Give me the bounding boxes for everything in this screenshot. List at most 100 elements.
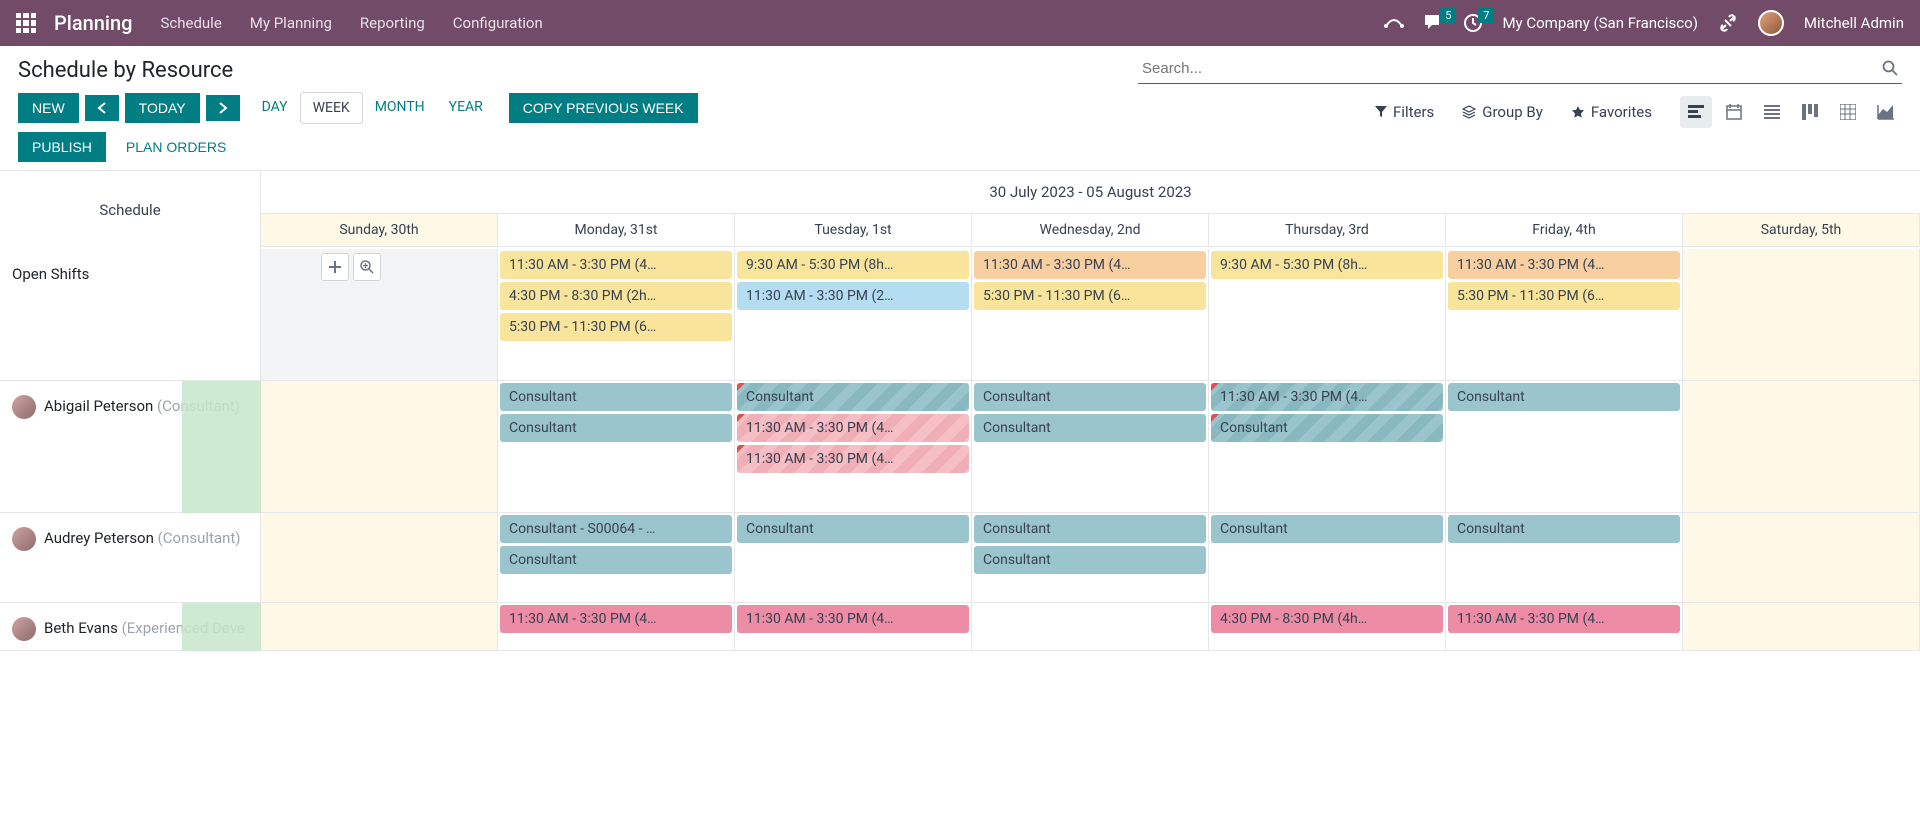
shift-pill[interactable]: 11:30 AM - 3:30 PM (4… [974,251,1206,279]
shift-pill[interactable]: Consultant [737,515,969,543]
resource-row[interactable]: Abigail Peterson (Consultant) [0,381,260,513]
shift-pill[interactable]: 11:30 AM - 3:30 PM (2… [737,282,969,310]
gantt-view-icon[interactable] [1680,96,1712,128]
nav-my-planning[interactable]: My Planning [250,14,332,32]
day-cell[interactable] [1683,249,1920,380]
new-button[interactable]: NEW [18,93,79,123]
shift-pill[interactable]: 5:30 PM - 11:30 PM (6… [1448,282,1680,310]
day-cell[interactable]: Consultant Consultant [972,513,1209,602]
publish-button[interactable]: PUBLISH [18,132,106,162]
shift-pill[interactable]: Consultant [1448,515,1680,543]
day-cell[interactable]: 4:30 PM - 8:30 PM (4h… [1209,603,1446,650]
day-cell[interactable] [261,603,498,650]
shift-pill[interactable]: 11:30 AM - 3:30 PM (4… [1448,605,1680,633]
shift-pill[interactable]: 4:30 PM - 8:30 PM (2h… [500,282,732,310]
graph-view-icon[interactable] [1870,96,1902,128]
app-brand[interactable]: Planning [54,11,132,35]
activities-icon[interactable]: 7 [1464,14,1482,32]
shift-pill[interactable]: 11:30 AM - 3:30 PM (4… [737,605,969,633]
apps-icon[interactable] [16,13,36,33]
shift-pill[interactable]: 4:30 PM - 8:30 PM (4h… [1211,605,1443,633]
day-cell[interactable] [972,603,1209,650]
kanban-view-icon[interactable] [1794,96,1826,128]
today-button[interactable]: TODAY [125,93,200,123]
user-avatar[interactable] [1758,10,1784,36]
debug-icon[interactable] [1718,13,1738,33]
day-cell[interactable]: Consultant [1446,381,1683,512]
day-cell[interactable]: Consultant [1446,513,1683,602]
day-cell[interactable] [261,513,498,602]
list-view-icon[interactable] [1756,96,1788,128]
calendar-view-icon[interactable] [1718,96,1750,128]
messages-icon[interactable]: 5 [1424,14,1444,32]
shift-pill[interactable]: 5:30 PM - 11:30 PM (6… [500,313,732,341]
shift-pill[interactable]: 11:30 AM - 3:30 PM (4… [500,605,732,633]
day-cell[interactable]: Consultant - S00064 - … Consultant [498,513,735,602]
day-cell[interactable]: Consultant 11:30 AM - 3:30 PM (4… 11:30 AM… [735,381,972,512]
shift-pill[interactable]: 9:30 AM - 5:30 PM (8h… [1211,251,1443,279]
scale-month[interactable]: MONTH [363,92,437,124]
copy-previous-week-button[interactable]: COPY PREVIOUS WEEK [509,93,698,123]
shift-pill[interactable]: 11:30 AM - 3:30 PM (4… [737,414,969,442]
day-cell[interactable]: Consultant Consultant [972,381,1209,512]
day-cell[interactable] [1683,603,1920,650]
zoom-icon[interactable] [353,253,381,281]
resource-row[interactable]: Audrey Peterson (Consultant) [0,513,260,603]
day-cell[interactable] [1683,381,1920,512]
shift-pill[interactable]: Consultant [974,546,1206,574]
shift-pill[interactable]: Consultant - S00064 - … [500,515,732,543]
day-cell[interactable]: 11:30 AM - 3:30 PM (4… 5:30 PM - 11:30 PM… [1446,249,1683,380]
shift-pill[interactable]: 9:30 AM - 5:30 PM (8h… [737,251,969,279]
prev-button[interactable] [85,95,119,121]
day-cell[interactable]: Consultant [735,513,972,602]
resource-row[interactable]: Beth Evans (Experienced Deve [0,603,260,651]
scale-year[interactable]: YEAR [437,92,495,124]
shift-pill[interactable]: 11:30 AM - 3:30 PM (4… [1211,383,1443,411]
nav-configuration[interactable]: Configuration [453,14,543,32]
shift-pill[interactable]: Consultant [500,383,732,411]
nav-schedule[interactable]: Schedule [160,14,221,32]
day-cell[interactable]: 11:30 AM - 3:30 PM (4… [498,603,735,650]
shift-pill[interactable]: Consultant [974,515,1206,543]
voip-icon[interactable] [1384,16,1404,30]
nav-reporting[interactable]: Reporting [360,14,425,32]
user-name[interactable]: Mitchell Admin [1804,14,1904,32]
shift-pill[interactable]: Consultant [1211,414,1443,442]
day-cell[interactable]: 11:30 AM - 3:30 PM (4… 5:30 PM - 11:30 PM… [972,249,1209,380]
day-cell[interactable] [261,381,498,512]
day-cell[interactable]: 11:30 AM - 3:30 PM (4… 4:30 PM - 8:30 PM … [498,249,735,380]
shift-pill[interactable]: Consultant [974,383,1206,411]
scale-week[interactable]: WEEK [300,92,363,124]
shift-pill[interactable]: Consultant [500,546,732,574]
shift-pill[interactable]: Consultant [737,383,969,411]
shift-pill[interactable]: Consultant [500,414,732,442]
day-cell[interactable]: Consultant Consultant [498,381,735,512]
star-icon [1571,105,1585,119]
day-cell[interactable]: 11:30 AM - 3:30 PM (4… [735,603,972,650]
shift-pill[interactable]: 11:30 AM - 3:30 PM (4… [1448,251,1680,279]
scale-day[interactable]: DAY [250,92,300,124]
shift-pill[interactable]: 11:30 AM - 3:30 PM (4… [500,251,732,279]
day-cell[interactable] [1683,513,1920,602]
shift-pill[interactable]: Consultant [1211,515,1443,543]
shift-pill[interactable]: Consultant [974,414,1206,442]
day-cell[interactable]: Consultant [1209,513,1446,602]
shift-pill[interactable]: Consultant [1448,383,1680,411]
day-cell[interactable]: 9:30 AM - 5:30 PM (8h… 11:30 AM - 3:30 PM… [735,249,972,380]
favorites-button[interactable]: Favorites [1571,103,1652,121]
plan-orders-button[interactable]: PLAN ORDERS [112,132,240,162]
pivot-view-icon[interactable] [1832,96,1864,128]
shift-pill[interactable]: 11:30 AM - 3:30 PM (4… [737,445,969,473]
groupby-button[interactable]: Group By [1462,103,1543,121]
resource-row[interactable]: Open Shifts [0,249,260,381]
add-icon[interactable] [321,253,349,281]
search-icon[interactable] [1882,60,1898,76]
shift-pill[interactable]: 5:30 PM - 11:30 PM (6… [974,282,1206,310]
next-button[interactable] [206,95,240,121]
day-cell[interactable]: 11:30 AM - 3:30 PM (4… [1446,603,1683,650]
day-cell[interactable]: 11:30 AM - 3:30 PM (4… Consultant [1209,381,1446,512]
company-switcher[interactable]: My Company (San Francisco) [1502,14,1697,32]
search-input[interactable] [1138,54,1902,83]
day-cell[interactable]: 9:30 AM - 5:30 PM (8h… [1209,249,1446,380]
filters-button[interactable]: Filters [1375,103,1434,121]
